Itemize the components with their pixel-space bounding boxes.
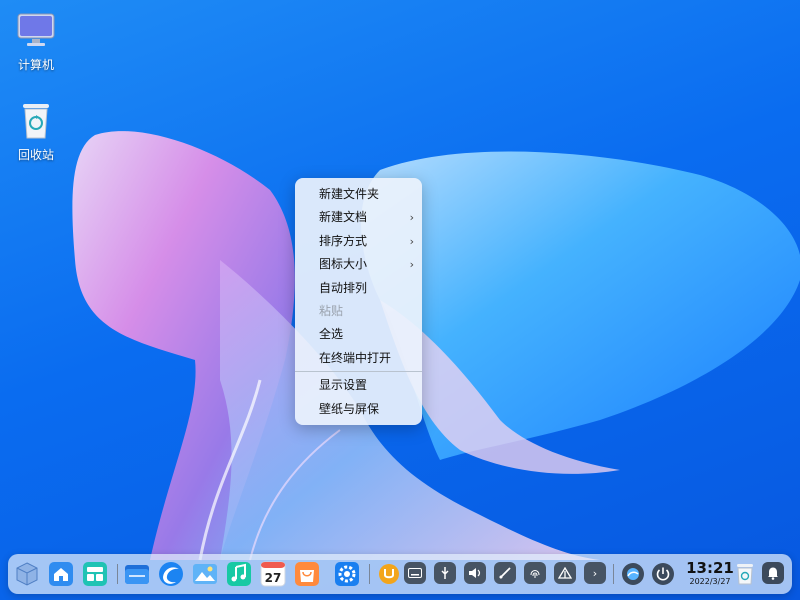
power-button[interactable] [648,559,678,589]
menu-item-label: 图标大小 [319,257,368,272]
tray-fingerprint[interactable] [524,562,546,584]
show-desktop-button[interactable] [46,559,76,589]
image-viewer-icon [193,564,217,584]
menu-item-label: 粘贴 [319,303,344,318]
input-method-icon [379,564,399,584]
menu-item-new-document[interactable]: 新建文档 › [295,206,422,229]
keyboard-icon [408,568,422,578]
menu-item-sort-by[interactable]: 排序方式 › [295,230,422,253]
multitask-view-button[interactable] [80,559,110,589]
gear-icon [335,562,359,586]
menu-item-auto-arrange[interactable]: 自动排列 [295,277,422,300]
tray-network[interactable] [554,562,576,584]
dock-app-settings[interactable] [332,559,362,589]
dock-app-file-manager[interactable] [122,559,152,589]
menu-item-label: 壁纸与屏保 [319,401,380,416]
menu-item-label: 自动排列 [319,280,368,295]
recycle-bin-icon [737,564,753,585]
multitask-windows-icon [83,562,107,586]
menu-item-label: 新建文档 [319,210,368,225]
dock-trash[interactable] [730,559,760,589]
recycle-bin-icon [14,98,58,142]
launcher-cube-icon [16,562,38,586]
network-icon [558,567,572,579]
desktop-icon-label: 计算机 [17,58,54,72]
dock-app-software-store[interactable] [292,559,322,589]
dock: 27 › 13:21 2022/3/27 [8,554,792,594]
usb-icon [441,567,449,579]
tray-expand-button[interactable]: › [584,562,606,584]
dock-app-calendar[interactable]: 27 [258,559,288,589]
chevron-right-icon: › [409,258,414,272]
menu-item-display-settings[interactable]: 显示设置 [295,374,422,397]
tray-notifications[interactable] [762,562,784,584]
menu-separator [295,371,422,373]
screenshot-pen-icon [499,567,511,579]
launcher-button[interactable] [12,559,42,589]
tray-keyboard[interactable] [404,562,426,584]
desktop-icon-label: 回收站 [17,148,54,162]
desktop-icon-recycle-bin[interactable]: 回收站 [0,98,72,163]
menu-item-wallpaper-screensaver[interactable]: 壁纸与屏保 [295,398,422,421]
desktop-icon-computer[interactable]: 计算机 [0,8,72,73]
dock-app-browser[interactable] [156,559,186,589]
dock-separator [117,564,118,584]
home-icon [49,562,73,586]
fingerprint-icon [530,570,540,578]
dock-separator [613,564,614,584]
music-note-icon [227,562,251,586]
calendar-icon: 27 [260,561,286,587]
tray-input-method[interactable] [374,559,404,589]
chevron-right-icon: › [409,234,414,248]
globe-icon [622,563,644,585]
menu-item-open-terminal[interactable]: 在终端中打开 [295,347,422,370]
browser-icon [159,562,183,586]
calendar-day: 27 [265,571,282,585]
dock-separator [369,564,370,584]
menu-item-new-folder[interactable]: 新建文件夹 [295,183,422,206]
tray-usb[interactable] [434,562,456,584]
power-icon [652,563,674,585]
menu-item-paste: 粘贴 [295,300,422,323]
volume-icon [469,568,481,578]
dock-app-image-viewer[interactable] [190,559,220,589]
chevron-right-icon: › [409,211,414,225]
computer-monitor-icon [14,8,58,52]
menu-item-label: 新建文件夹 [319,187,380,201]
menu-item-label: 显示设置 [319,378,368,393]
desktop[interactable]: 计算机 回收站 新建文件夹 新建文档 › 排序方式 › 图标大小 › 自动排列 … [0,0,800,600]
menu-item-icon-size[interactable]: 图标大小 › [295,253,422,276]
menu-item-label: 在终端中打开 [319,350,392,365]
tray-volume[interactable] [464,562,486,584]
tray-screenshot[interactable] [494,562,516,584]
dock-app-music[interactable] [224,559,254,589]
menu-item-label: 全选 [319,327,344,342]
chevron-right-icon: › [592,566,598,580]
folder-icon [125,565,149,584]
shopping-bag-icon [295,562,319,586]
menu-item-label: 排序方式 [319,233,368,248]
desktop-context-menu: 新建文件夹 新建文档 › 排序方式 › 图标大小 › 自动排列 粘贴 全选 在终… [295,178,422,425]
menu-item-select-all[interactable]: 全选 [295,323,422,346]
tray-notification-center[interactable] [618,559,648,589]
bell-icon [768,567,778,580]
